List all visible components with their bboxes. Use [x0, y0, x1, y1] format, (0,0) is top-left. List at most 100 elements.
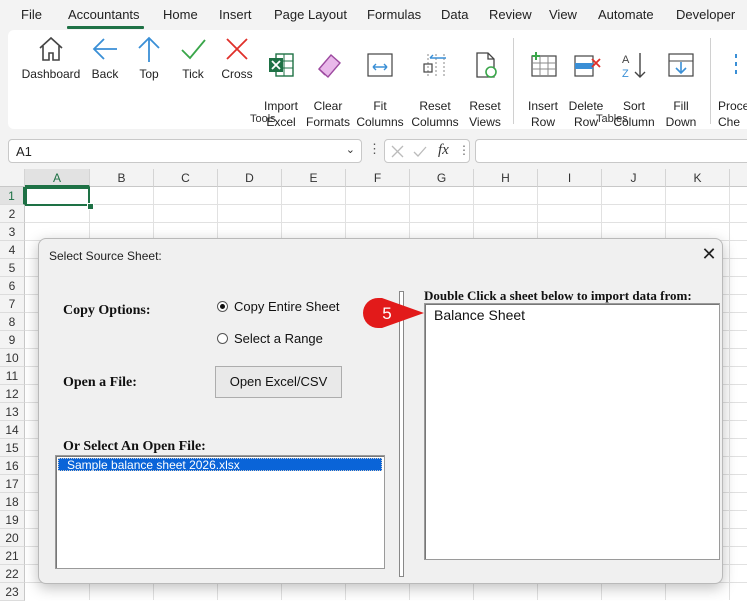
select-all-corner[interactable]	[0, 169, 25, 187]
fill-down-button[interactable]: Fill Down	[662, 34, 700, 130]
row-header[interactable]: 15	[0, 439, 25, 457]
splitter-bar[interactable]	[399, 291, 404, 577]
top-button[interactable]: Top	[133, 34, 165, 82]
menu-home[interactable]: Home	[163, 7, 198, 22]
reset-columns-label: Reset Columns	[411, 99, 459, 129]
enter-check-icon[interactable]	[413, 145, 427, 158]
row-header[interactable]: 16	[0, 457, 25, 475]
back-label: Back	[91, 67, 119, 81]
row-header[interactable]: 2	[0, 205, 25, 223]
menu-review[interactable]: Review	[489, 7, 532, 22]
tick-button[interactable]: Tick	[177, 34, 209, 82]
close-icon[interactable]: ✕	[697, 243, 721, 267]
open-files-listbox[interactable]: Sample balance sheet 2026.xlsx	[55, 455, 385, 569]
reset-views-button[interactable]: Reset Views	[465, 34, 505, 130]
column-header[interactable]: J	[602, 169, 666, 187]
selected-cell[interactable]	[25, 187, 90, 206]
tick-label: Tick	[182, 67, 204, 81]
column-header[interactable]: H	[474, 169, 538, 187]
arrow-up-icon	[138, 36, 160, 62]
fit-columns-button[interactable]: Fit Columns	[354, 34, 406, 130]
reset-columns-button[interactable]: Reset Columns	[409, 34, 461, 130]
column-header[interactable]: G	[410, 169, 474, 187]
row-header[interactable]: 18	[0, 493, 25, 511]
row-header[interactable]: 21	[0, 547, 25, 565]
process-check-button[interactable]: Proce Che	[718, 34, 747, 130]
radio-select-range-label: Select a Range	[234, 331, 323, 346]
insert-row-icon	[531, 52, 557, 77]
row-header[interactable]: 19	[0, 511, 25, 529]
row-header[interactable]: 7	[0, 295, 25, 313]
row-header[interactable]: 11	[0, 367, 25, 385]
sheets-label: Double Click a sheet below to import dat…	[424, 288, 692, 303]
column-header[interactable]: C	[154, 169, 218, 187]
radio-copy-entire-sheet[interactable]: Copy Entire Sheet	[217, 299, 340, 314]
formula-input[interactable]	[475, 139, 747, 163]
row-header[interactable]: 9	[0, 331, 25, 349]
sheets-listbox[interactable]: Balance Sheet	[424, 303, 720, 560]
dashboard-button[interactable]: Dashboard	[20, 34, 82, 82]
row-header[interactable]: 23	[0, 583, 25, 601]
row-header[interactable]: 1	[0, 187, 25, 205]
menu-accountants[interactable]: Accountants	[68, 7, 140, 22]
insert-row-label: Insert Row	[527, 99, 558, 129]
radio-button[interactable]	[217, 333, 228, 344]
menu-page-layout[interactable]: Page Layout	[274, 7, 347, 22]
column-header[interactable]: F	[346, 169, 410, 187]
column-header[interactable]: B	[90, 169, 154, 187]
back-button[interactable]: Back	[88, 34, 122, 82]
delete-row-icon	[574, 55, 601, 77]
column-header[interactable]: E	[282, 169, 346, 187]
cross-button[interactable]: Cross	[219, 34, 255, 82]
more-options-icon[interactable]: ⋮	[368, 141, 381, 157]
menu-automate[interactable]: Automate	[598, 7, 654, 22]
radio-copy-entire-label: Copy Entire Sheet	[234, 299, 340, 314]
column-header[interactable]	[730, 169, 747, 187]
tools-group-label: Tools	[250, 113, 276, 125]
column-header[interactable]: I	[538, 169, 602, 187]
row-header[interactable]: 6	[0, 277, 25, 295]
column-header[interactable]: D	[218, 169, 282, 187]
insert-row-button[interactable]: Insert Row	[522, 34, 564, 130]
callout-number: 5	[382, 304, 391, 323]
menu-file[interactable]: File	[21, 7, 42, 22]
menu-insert[interactable]: Insert	[219, 7, 252, 22]
top-label: Top	[139, 67, 159, 81]
row-header[interactable]: 5	[0, 259, 25, 277]
reset-views-icon	[476, 52, 497, 78]
row-header[interactable]: 13	[0, 403, 25, 421]
process-icon	[735, 54, 737, 74]
row-header[interactable]: 14	[0, 421, 25, 439]
row-header[interactable]: 12	[0, 385, 25, 403]
list-item-selected[interactable]: Sample balance sheet 2026.xlsx	[58, 458, 382, 472]
menu-view[interactable]: View	[549, 7, 577, 22]
fill-down-label: Fill Down	[665, 99, 697, 129]
row-header[interactable]: 8	[0, 313, 25, 331]
name-box-value: A1	[16, 144, 32, 159]
chevron-down-icon[interactable]: ⌄	[346, 143, 355, 156]
list-item[interactable]: Balance Sheet	[434, 307, 525, 323]
menu-data[interactable]: Data	[441, 7, 468, 22]
name-box[interactable]: A1 ⌄	[8, 139, 362, 163]
row-header[interactable]: 22	[0, 565, 25, 583]
menu-formulas[interactable]: Formulas	[367, 7, 421, 22]
formula-tools: fx ⋮	[384, 139, 470, 163]
open-excel-csv-button[interactable]: Open Excel/CSV	[215, 366, 342, 398]
menu-developer[interactable]: Developer	[676, 7, 735, 22]
row-header[interactable]: 3	[0, 223, 25, 241]
row-header[interactable]: 10	[0, 349, 25, 367]
group-separator	[513, 38, 514, 124]
fill-handle[interactable]	[87, 203, 94, 210]
column-header[interactable]: K	[666, 169, 730, 187]
open-file-label: Open a File:	[63, 375, 137, 390]
cancel-icon[interactable]	[391, 145, 404, 158]
row-header[interactable]: 17	[0, 475, 25, 493]
radio-button-selected[interactable]	[217, 301, 228, 312]
clear-formats-button[interactable]: Clear Formats	[305, 34, 351, 130]
radio-select-range[interactable]: Select a Range	[217, 331, 323, 346]
column-header[interactable]: A	[25, 169, 90, 187]
row-header[interactable]: 20	[0, 529, 25, 547]
insert-function-icon[interactable]: fx	[438, 142, 449, 159]
svg-text:Z: Z	[622, 68, 629, 80]
row-header[interactable]: 4	[0, 241, 25, 259]
